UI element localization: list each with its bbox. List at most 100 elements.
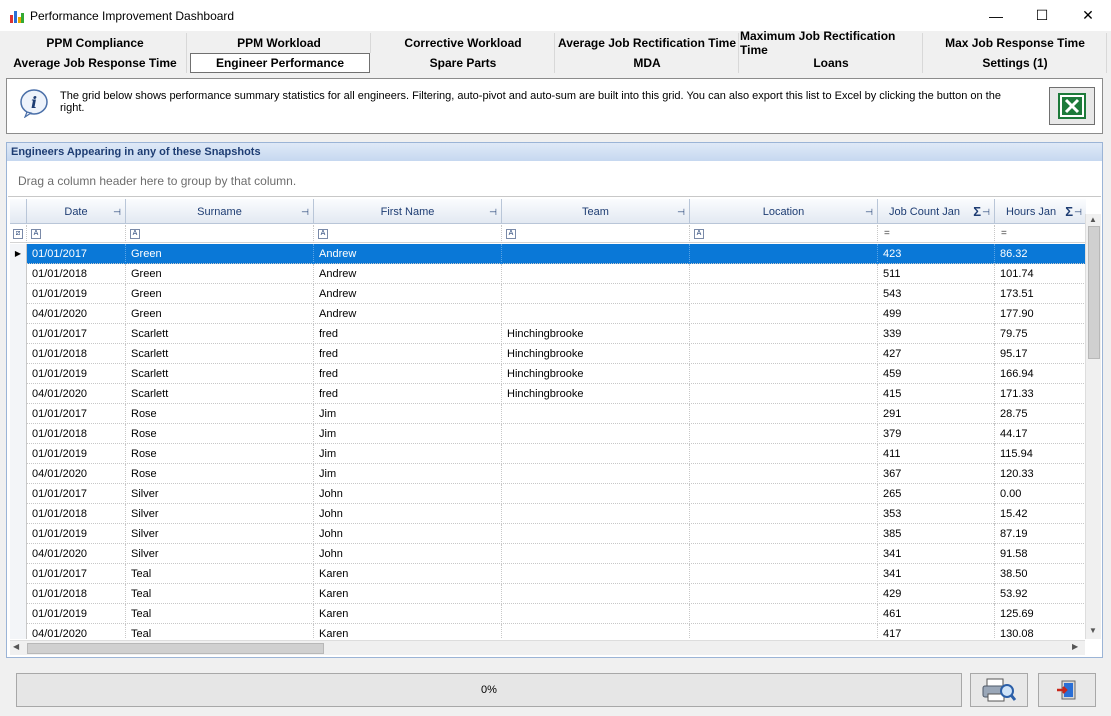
tab-loans[interactable]: Loans [740, 53, 923, 73]
cell-date[interactable]: 01/01/2019 [27, 284, 126, 304]
filter-icon[interactable]: A [506, 229, 516, 239]
table-row[interactable]: 01/01/2017 Rose Jim 291 28.75 [10, 404, 1086, 424]
cell-date[interactable]: 01/01/2017 [27, 404, 126, 424]
cell-surname[interactable]: Scarlett [126, 324, 314, 344]
cell-location[interactable] [690, 424, 878, 444]
cell-location[interactable] [690, 484, 878, 504]
cell-surname[interactable]: Rose [126, 404, 314, 424]
cell-job-count-jan[interactable]: 459 [878, 364, 995, 384]
table-row[interactable]: 01/01/2018 Green Andrew 511 101.74 [10, 264, 1086, 284]
cell-job-count-jan[interactable]: 499 [878, 304, 995, 324]
cell-location[interactable] [690, 544, 878, 564]
cell-hours-jan[interactable]: 38.50 [995, 564, 1086, 584]
cell-location[interactable] [690, 244, 878, 264]
cell-team[interactable] [502, 264, 690, 284]
cell-team[interactable] [502, 604, 690, 624]
cell-hours-jan[interactable]: 91.58 [995, 544, 1086, 564]
cell-first-name[interactable]: Jim [314, 464, 502, 484]
cell-job-count-jan[interactable]: 265 [878, 484, 995, 504]
cell-hours-jan[interactable]: 53.92 [995, 584, 1086, 604]
cell-team[interactable] [502, 444, 690, 464]
cell-date[interactable]: 04/01/2020 [27, 624, 126, 639]
cell-date[interactable]: 01/01/2019 [27, 604, 126, 624]
cell-location[interactable] [690, 504, 878, 524]
row-indicator[interactable] [10, 444, 27, 464]
close-button[interactable]: ✕ [1065, 0, 1111, 31]
cell-date[interactable]: 01/01/2018 [27, 264, 126, 284]
cell-team[interactable] [502, 524, 690, 544]
cell-job-count-jan[interactable]: 291 [878, 404, 995, 424]
cell-first-name[interactable]: John [314, 484, 502, 504]
cell-team[interactable] [502, 464, 690, 484]
filter-cell-first-name[interactable]: A [314, 225, 502, 243]
row-indicator[interactable] [10, 624, 27, 639]
cell-date[interactable]: 01/01/2018 [27, 424, 126, 444]
table-row[interactable]: 04/01/2020 Rose Jim 367 120.33 [10, 464, 1086, 484]
cell-hours-jan[interactable]: 171.33 [995, 384, 1086, 404]
scroll-up-icon[interactable]: ▲ [1089, 215, 1097, 224]
tab-mda[interactable]: MDA [556, 53, 739, 73]
cell-surname[interactable]: Green [126, 284, 314, 304]
row-indicator[interactable] [10, 404, 27, 424]
table-row[interactable]: 01/01/2019 Rose Jim 411 115.94 [10, 444, 1086, 464]
pin-icon[interactable]: ⊣ [113, 207, 121, 218]
pin-icon[interactable]: ⊣ [865, 207, 873, 218]
cell-job-count-jan[interactable]: 353 [878, 504, 995, 524]
cell-surname[interactable]: Silver [126, 544, 314, 564]
filter-cell-job-count-jan[interactable]: = [878, 225, 995, 243]
column-header-job-count-jan[interactable]: Job Count Jan Σ ⊣ [878, 199, 995, 224]
cell-surname[interactable]: Rose [126, 444, 314, 464]
filter-operator-icon[interactable]: = [1001, 228, 1007, 239]
cell-hours-jan[interactable]: 173.51 [995, 284, 1086, 304]
filter-icon[interactable]: A [694, 229, 704, 239]
cell-first-name[interactable]: Andrew [314, 284, 502, 304]
cell-job-count-jan[interactable]: 379 [878, 424, 995, 444]
cell-first-name[interactable]: fred [314, 324, 502, 344]
cell-date[interactable]: 04/01/2020 [27, 464, 126, 484]
cell-surname[interactable]: Silver [126, 504, 314, 524]
cell-surname[interactable]: Green [126, 244, 314, 264]
cell-team[interactable]: Hinchingbrooke [502, 384, 690, 404]
row-indicator[interactable] [10, 544, 27, 564]
cell-surname[interactable]: Silver [126, 524, 314, 544]
cell-first-name[interactable]: Jim [314, 404, 502, 424]
cell-team[interactable] [502, 484, 690, 504]
cell-date[interactable]: 01/01/2017 [27, 244, 126, 264]
cell-surname[interactable]: Scarlett [126, 384, 314, 404]
cell-first-name[interactable]: John [314, 504, 502, 524]
cell-hours-jan[interactable]: 44.17 [995, 424, 1086, 444]
group-by-area[interactable]: Drag a column header here to group by th… [8, 162, 1101, 197]
tab-maximum-job-rectification-time[interactable]: Maximum Job Rectification Time [740, 29, 923, 57]
table-row[interactable]: 01/01/2019 Scarlett fred Hinchingbrooke 459 1… [10, 364, 1086, 384]
table-row[interactable]: 01/01/2018 Scarlett fred Hinchingbrooke 427 9… [10, 344, 1086, 364]
vertical-scroll-thumb[interactable] [1088, 226, 1100, 359]
maximize-button[interactable]: ☐ [1019, 0, 1065, 31]
row-indicator[interactable] [10, 344, 27, 364]
cell-location[interactable] [690, 284, 878, 304]
table-row[interactable]: 04/01/2020 Silver John 341 91.58 [10, 544, 1086, 564]
cell-location[interactable] [690, 604, 878, 624]
column-header-hours-jan[interactable]: Hours Jan Σ ⊣ [995, 199, 1086, 224]
tab-average-job-response-time[interactable]: Average Job Response Time [4, 53, 187, 73]
cell-team[interactable]: Hinchingbrooke [502, 344, 690, 364]
cell-surname[interactable]: Scarlett [126, 364, 314, 384]
cell-location[interactable] [690, 404, 878, 424]
cell-hours-jan[interactable]: 87.19 [995, 524, 1086, 544]
filter-icon[interactable]: A [31, 229, 41, 239]
clear-filter-cell[interactable]: ⧄ [10, 225, 27, 243]
cell-date[interactable]: 04/01/2020 [27, 384, 126, 404]
cell-first-name[interactable]: fred [314, 364, 502, 384]
cell-team[interactable]: Hinchingbrooke [502, 364, 690, 384]
cell-job-count-jan[interactable]: 423 [878, 244, 995, 264]
cell-surname[interactable]: Green [126, 264, 314, 284]
cell-surname[interactable]: Teal [126, 584, 314, 604]
cell-job-count-jan[interactable]: 417 [878, 624, 995, 639]
column-header-surname[interactable]: Surname ⊣ [126, 199, 314, 224]
cell-surname[interactable]: Scarlett [126, 344, 314, 364]
filter-cell-date[interactable]: A [27, 225, 126, 243]
cell-team[interactable] [502, 284, 690, 304]
cell-date[interactable]: 04/01/2020 [27, 304, 126, 324]
cell-hours-jan[interactable]: 130.08 [995, 624, 1086, 639]
cell-team[interactable] [502, 624, 690, 639]
column-header-first-name[interactable]: First Name ⊣ [314, 199, 502, 224]
